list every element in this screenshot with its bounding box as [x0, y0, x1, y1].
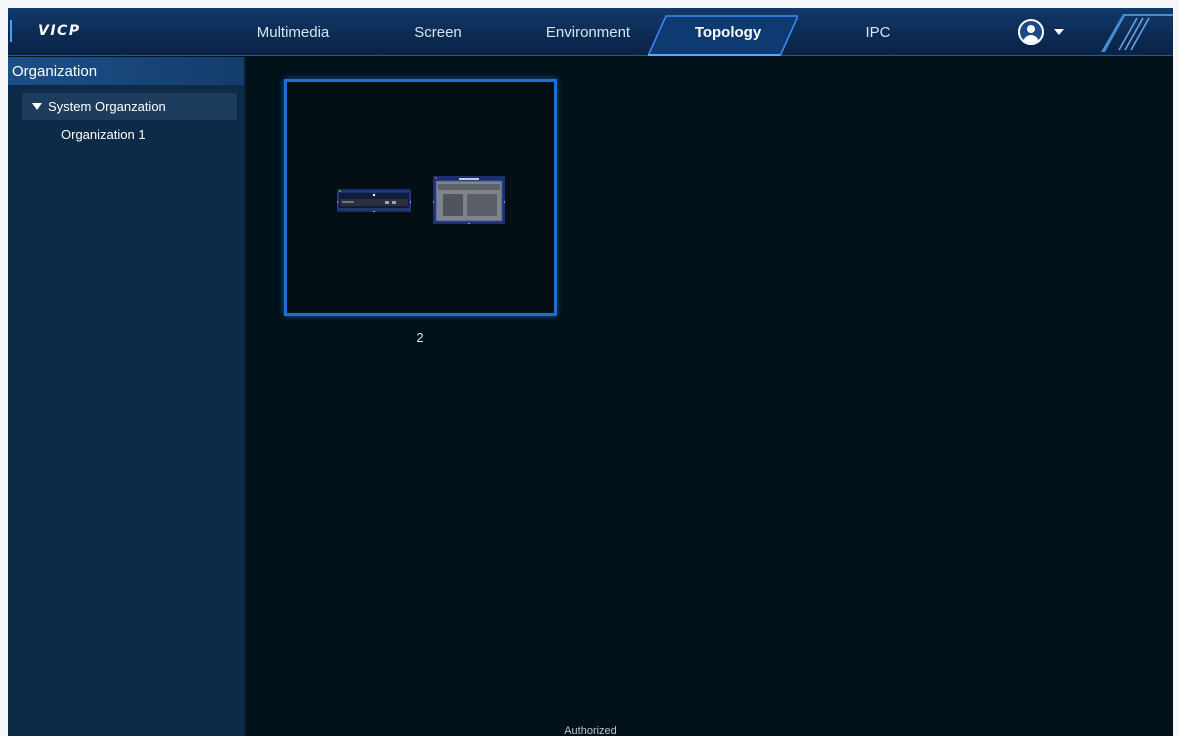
tab-environment[interactable]: Environment — [528, 8, 648, 56]
left-accent-bar — [10, 20, 12, 42]
user-menu[interactable] — [1018, 17, 1064, 47]
topology-card[interactable] — [284, 79, 557, 316]
network-switch-device-icon — [337, 189, 411, 212]
sidebar-title: Organization — [8, 57, 244, 85]
expand-triangle-icon[interactable] — [32, 103, 42, 110]
tab-screen[interactable]: Screen — [388, 8, 488, 56]
tab-ipc[interactable]: IPC — [838, 8, 918, 56]
tab-multimedia[interactable]: Multimedia — [238, 8, 348, 56]
tab-topology[interactable]: Topology — [678, 8, 778, 56]
server-device-icon — [433, 176, 505, 224]
user-avatar-icon[interactable] — [1018, 19, 1044, 45]
tree-node-label: System Organzation — [48, 99, 166, 114]
app-logo: VICP — [38, 23, 81, 39]
caret-down-icon[interactable] — [1054, 29, 1064, 35]
decorative-stripes — [1101, 14, 1173, 52]
authorized-status: Authorized — [564, 725, 617, 736]
topology-canvas: 2 — [248, 57, 1173, 736]
tree-node-system-organization[interactable]: System Organzation — [22, 93, 237, 120]
topology-card-label: 2 — [416, 330, 424, 345]
top-navigation-bar: VICP Multimedia Screen Environment Topol… — [8, 8, 1173, 56]
sidebar: Organization System Organzation Organiza… — [8, 57, 246, 736]
app-window: VICP Multimedia Screen Environment Topol… — [8, 8, 1173, 736]
tree-node-organization-1[interactable]: Organization 1 — [61, 127, 146, 147]
